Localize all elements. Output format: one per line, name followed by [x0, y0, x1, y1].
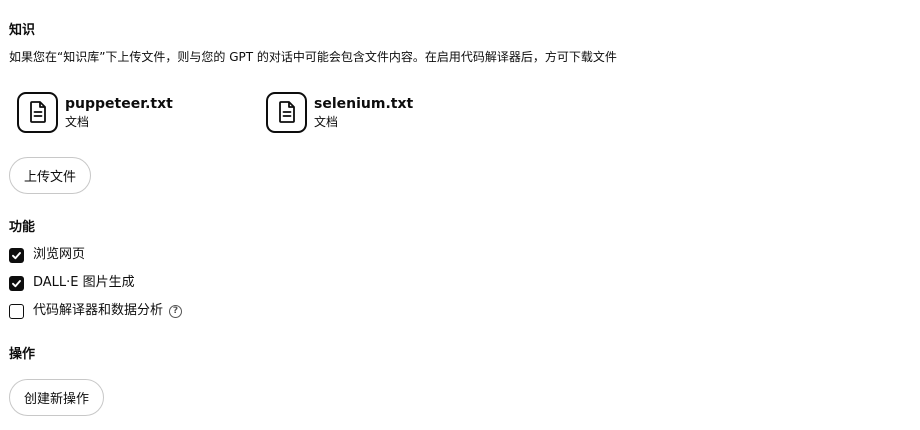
- checkbox-checked[interactable]: [9, 275, 24, 291]
- checkbox-checked[interactable]: [9, 247, 24, 263]
- file-type: 文档: [314, 115, 339, 129]
- capability-label: 代码解译器和数据分析: [33, 303, 164, 318]
- capability-web-browsing[interactable]: 浏览网页: [9, 246, 85, 264]
- capability-label: 浏览网页: [33, 247, 86, 262]
- file-type: 文档: [65, 115, 90, 129]
- actions-heading: 操作: [9, 347, 36, 362]
- file-name: puppeteer.txt: [65, 96, 173, 112]
- capability-code-interpreter[interactable]: 代码解译器和数据分析 ?: [9, 302, 183, 320]
- capability-label: DALL·E 图片生成: [33, 275, 135, 290]
- upload-files-button[interactable]: 上传文件: [9, 157, 92, 194]
- checkbox-unchecked[interactable]: [9, 303, 24, 319]
- create-action-button[interactable]: 创建新操作: [9, 379, 105, 416]
- knowledge-heading: 知识: [9, 23, 36, 38]
- file-card-puppeteer[interactable]: puppeteer.txt 文档: [17, 90, 173, 134]
- capability-dalle[interactable]: DALL·E 图片生成: [9, 274, 135, 292]
- document-icon: [17, 91, 58, 133]
- document-icon: [266, 91, 307, 133]
- file-name: selenium.txt: [314, 96, 414, 112]
- capabilities-heading: 功能: [9, 220, 36, 235]
- file-card-selenium[interactable]: selenium.txt 文档: [266, 90, 413, 134]
- knowledge-description: 如果您在“知识库”下上传文件，则与您的 GPT 的对话中可能会包含文件内容。在启…: [9, 50, 617, 64]
- question-circle-icon[interactable]: ?: [169, 304, 183, 318]
